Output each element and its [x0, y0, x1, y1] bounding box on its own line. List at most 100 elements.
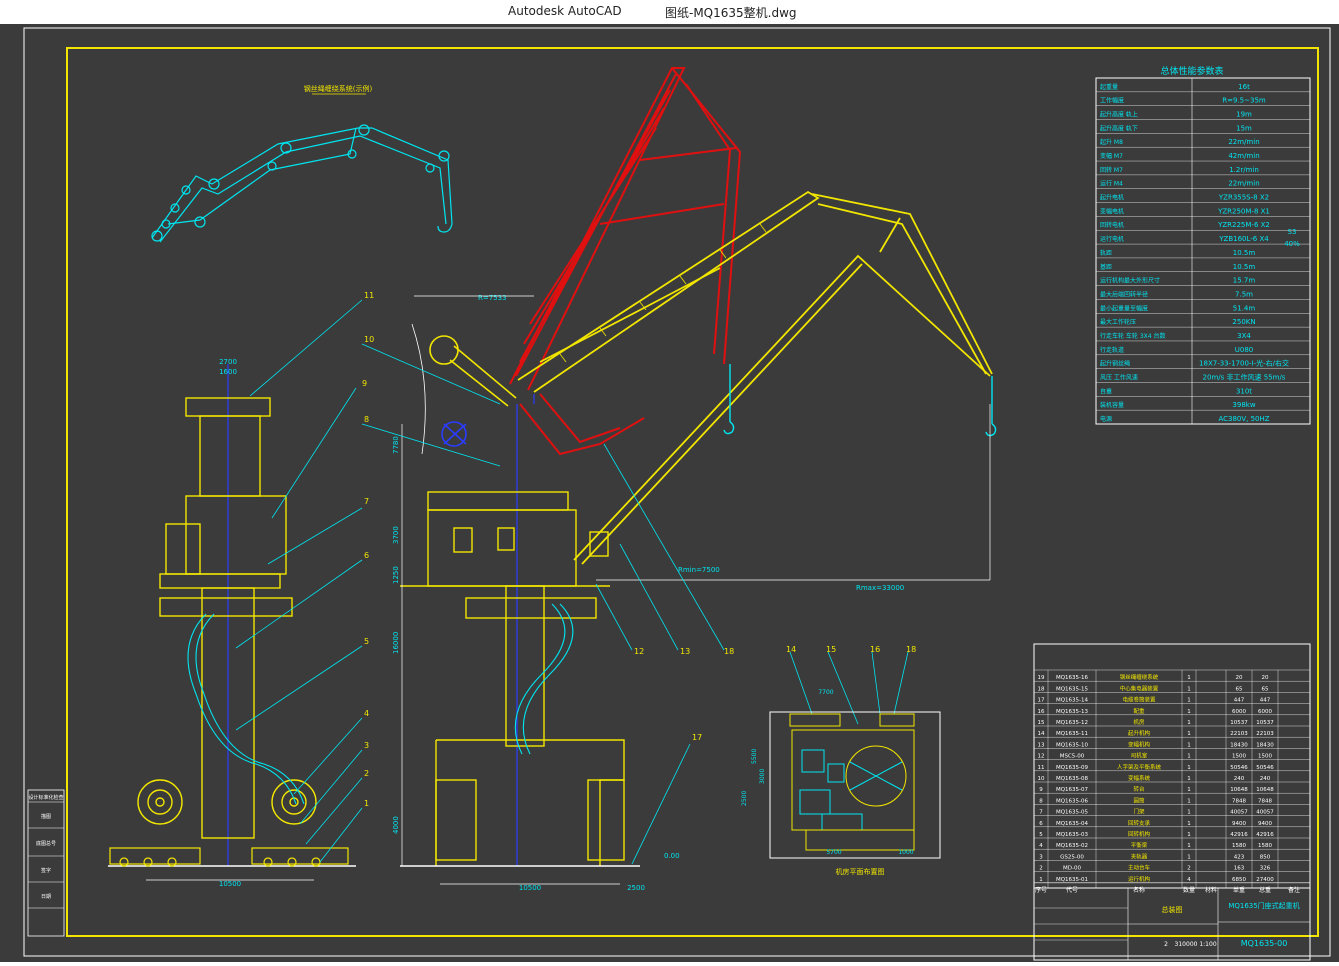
perf-row-label: 起升高度 轨下	[1100, 124, 1138, 132]
outer-frame	[23, 27, 1331, 957]
left-block-row3: 签字	[41, 867, 51, 874]
cad-drawing[interactable]: 钢丝绳缠绕系统(示例) 2700 1600 R=7533 7780 3700 1…	[0, 24, 1339, 962]
parts-cell: 42916	[1256, 832, 1274, 838]
parts-cell: 6000	[1258, 709, 1272, 715]
performance-table: 总体性能参数表 起重量 16t 工作幅度 R=9.5~35m 起升高度 轨上 19m 起升高…	[1095, 65, 1311, 425]
parts-cell: 423	[1234, 854, 1245, 860]
parts-cell: 起升机构	[1128, 729, 1151, 737]
parts-cell: 22103	[1230, 731, 1248, 737]
parts-cell: 7848	[1258, 798, 1272, 804]
parts-cell: 40057	[1256, 810, 1274, 816]
sheet-count: 2	[1164, 941, 1168, 948]
front-view-wheels	[137, 779, 317, 825]
parts-cell: 7	[1039, 810, 1043, 816]
parts-cell: 18	[1038, 686, 1045, 692]
parts-cell: 1	[1187, 854, 1191, 860]
parts-cell: 回转支承	[1128, 819, 1151, 827]
parts-cell: MQ1635-01	[1056, 877, 1088, 883]
perf-row-label: 工作幅度	[1100, 97, 1124, 105]
parts-cell: 1	[1187, 776, 1191, 782]
perf-row-value: 51.4m	[1233, 304, 1256, 312]
parts-header-cell: 数量	[1183, 886, 1195, 894]
parts-cell: 9400	[1258, 821, 1272, 827]
parts-cell: 13	[1038, 742, 1045, 748]
dim-0: 0.00	[664, 852, 680, 860]
perf-row-label: 行走轨道	[1100, 346, 1124, 354]
perf-row-label: 起升钢丝绳	[1100, 360, 1130, 368]
perf-row-value: 42m/min	[1228, 152, 1259, 160]
perf-row-label: 行走车轮 车轮 3X4 台数	[1100, 332, 1165, 340]
parts-cell: 40057	[1230, 810, 1248, 816]
parts-cell: 8	[1039, 798, 1043, 804]
parts-cell: 22103	[1256, 731, 1274, 737]
perf-row-value: 310t	[1236, 387, 1252, 395]
perf-row-label: 起升 M8	[1100, 138, 1123, 146]
perf-row-label: 电源	[1100, 415, 1112, 423]
parts-cell: 10537	[1230, 720, 1248, 726]
parts-cell: 4	[1187, 877, 1191, 883]
perf-row-label: 轨距	[1100, 249, 1112, 257]
perf-row-label: 风压 工作风速	[1100, 373, 1138, 381]
callout-12: 12	[634, 647, 644, 656]
perf-row-value: 7.5m	[1235, 290, 1253, 298]
dim-16000: 16000	[392, 632, 400, 654]
plan-dim-b2: 1000	[898, 849, 913, 856]
parts-cell: 326	[1260, 866, 1271, 872]
centerlines	[227, 364, 535, 866]
parts-cell: 钢丝绳缠绕系统	[1120, 673, 1159, 681]
perf-row-value: 18X7-33-1700-I-光-右/右交	[1199, 359, 1289, 368]
callout-leaders	[235, 299, 909, 865]
perf-row-value: R=9.5~35m	[1222, 97, 1266, 105]
perf-row-value: 20m/s 非工作风速 55m/s	[1203, 372, 1286, 381]
crane-front-view	[108, 397, 356, 867]
left-block-row4: 日期	[41, 894, 51, 900]
perf-row-value: 10.5m	[1233, 249, 1256, 257]
perf-row-label: 最小起重量至幅度	[1100, 304, 1148, 312]
drawing-canvas[interactable]: 钢丝绳缠绕系统(示例) 2700 1600 R=7533 7780 3700 1…	[0, 24, 1339, 962]
perf-side-note: 40%	[1284, 240, 1300, 248]
parts-cell: 1	[1187, 720, 1191, 726]
perf-row-label: 回转 M7	[1100, 166, 1123, 174]
parts-cell: 163	[1234, 866, 1245, 872]
parts-cell: 1500	[1258, 754, 1272, 760]
callout-14: 14	[786, 645, 796, 654]
dim-rmin: Rmin=7500	[678, 566, 720, 574]
parts-cell: 240	[1260, 776, 1271, 782]
perf-row-value: YZR250M-8 X1	[1217, 207, 1270, 215]
perf-row-value: 22m/min	[1228, 138, 1259, 146]
parts-cell: MQ1635-05	[1056, 810, 1089, 816]
total-weight: 310000	[1175, 941, 1198, 948]
parts-cell: 1	[1187, 810, 1191, 816]
dim-10500b: 10500	[519, 884, 541, 892]
perf-row-label: 起重量	[1100, 83, 1118, 91]
machine-room-plan	[769, 711, 941, 859]
parts-cell: 4	[1039, 843, 1043, 849]
dim-4000: 4000	[392, 816, 400, 834]
perf-row-label: 运行 M4	[1100, 180, 1123, 188]
assembly-label: 总装图	[1162, 905, 1183, 914]
perf-row-value: 22m/min	[1228, 180, 1259, 188]
crane-side-view	[400, 491, 640, 867]
hooks	[723, 364, 997, 437]
counterweight	[411, 323, 517, 455]
parts-cell: MSC5-00	[1060, 754, 1085, 760]
parts-cell: 1	[1039, 877, 1043, 883]
parts-cell: 19	[1038, 675, 1045, 681]
callout-2: 2	[364, 769, 369, 778]
perf-row-value: YZR225M-6 X2	[1217, 221, 1270, 229]
parts-cell: MQ1635-12	[1056, 720, 1088, 726]
parts-cell: 11	[1038, 765, 1045, 771]
callout-3: 3	[364, 741, 369, 750]
parts-cell: 配重	[1133, 707, 1145, 715]
parts-cell: 1	[1187, 686, 1191, 692]
dim-rmax: Rmax=33000	[856, 584, 904, 592]
perf-row-label: 装机容量	[1100, 401, 1124, 409]
boom-working	[517, 190, 993, 565]
left-standards-block: 设计标准化检查 描图 底图总号 签字 日期	[27, 789, 65, 937]
parts-cell: 变幅系统	[1128, 774, 1151, 782]
parts-cell: 机房	[1133, 718, 1145, 726]
parts-cell: 18430	[1256, 742, 1274, 748]
parts-header-cell: 名称	[1133, 886, 1145, 894]
perf-row-value: 3X4	[1237, 332, 1251, 340]
parts-cell: MQ1635-10	[1056, 742, 1089, 748]
